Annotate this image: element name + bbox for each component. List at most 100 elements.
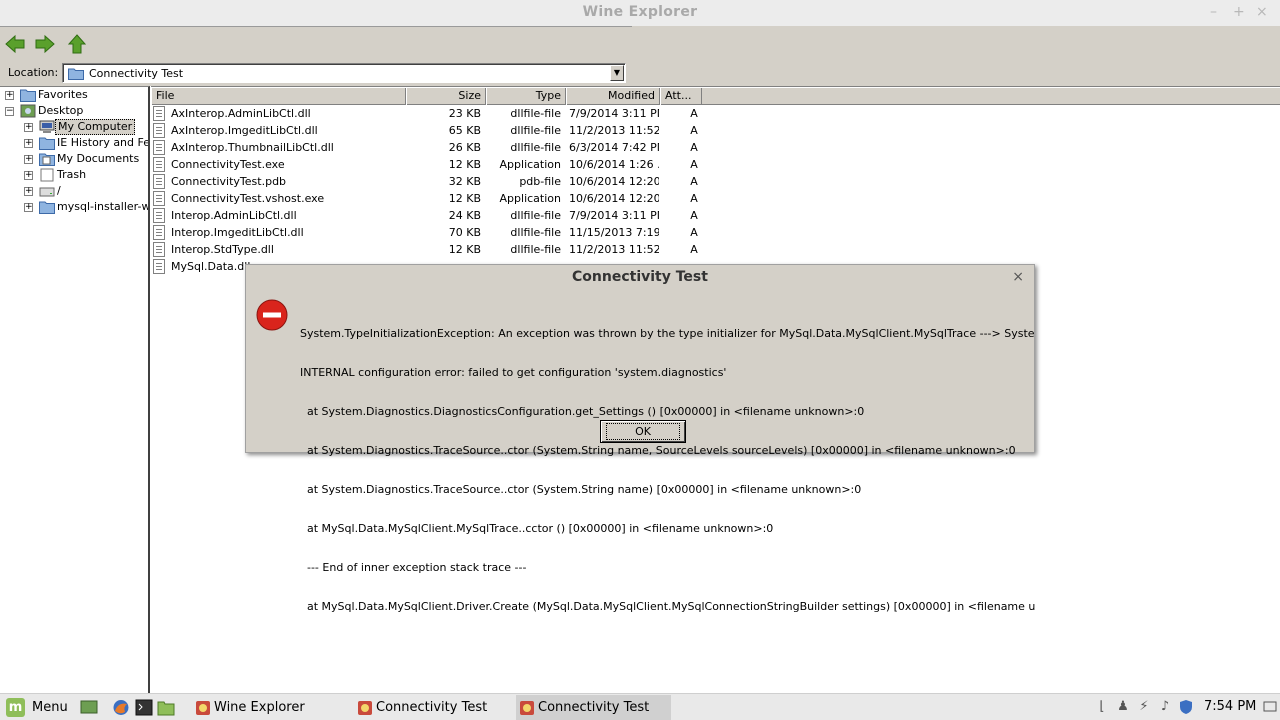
error-message-line: at MySql.Data.MySqlClient.MySqlTrace..cc… bbox=[300, 522, 774, 535]
file-row[interactable]: AxInterop.ThumbnailLibCtl.dll 26 KB dllfil… bbox=[151, 139, 711, 156]
file-icon bbox=[153, 157, 165, 172]
file-modified: 6/3/2014 7:42 PM bbox=[569, 141, 659, 154]
expand-icon[interactable]: + bbox=[24, 203, 33, 212]
network-icon[interactable]: ⚡ bbox=[1136, 699, 1152, 715]
expand-icon[interactable]: + bbox=[5, 91, 14, 100]
file-icon bbox=[153, 123, 165, 138]
expand-icon[interactable]: + bbox=[24, 155, 33, 164]
file-attributes: A bbox=[690, 209, 698, 222]
file-modified: 10/6/2014 12:20... bbox=[569, 175, 659, 188]
file-size: 65 KB bbox=[448, 124, 481, 137]
file-icon bbox=[153, 140, 165, 155]
forward-arrow-icon[interactable] bbox=[34, 33, 56, 55]
error-message-line: at System.Diagnostics.TraceSource..ctor … bbox=[300, 444, 1016, 457]
task-label: Wine Explorer bbox=[214, 700, 305, 715]
wine-icon bbox=[520, 701, 534, 715]
back-arrow-icon[interactable] bbox=[4, 33, 26, 55]
error-message-line: at MySql.Data.MySqlClient.Driver.Create … bbox=[300, 600, 1035, 613]
file-row[interactable]: Interop.AdminLibCtl.dll 24 KB dllfile-file… bbox=[151, 207, 711, 224]
collapse-icon[interactable]: − bbox=[5, 107, 14, 116]
minimize-button[interactable]: – bbox=[1210, 4, 1217, 20]
close-button[interactable]: × bbox=[1256, 4, 1268, 20]
user-icon[interactable]: ♟ bbox=[1115, 699, 1131, 715]
toolbar-background bbox=[632, 26, 1280, 60]
ok-button-label: OK bbox=[606, 423, 680, 440]
error-message-line: INTERNAL configuration error: failed to … bbox=[300, 366, 727, 379]
location-combobox[interactable]: Connectivity Test ▼ bbox=[62, 63, 626, 83]
desktop-icon bbox=[20, 104, 36, 118]
column-header-file[interactable]: File bbox=[151, 88, 406, 105]
file-type: pdb-file bbox=[519, 175, 561, 188]
dialog-close-button[interactable]: × bbox=[1012, 269, 1024, 285]
ok-button[interactable]: OK bbox=[600, 420, 686, 443]
file-size: 70 KB bbox=[448, 226, 481, 239]
file-icon bbox=[153, 259, 165, 274]
terminal-icon[interactable] bbox=[135, 699, 153, 716]
folder-icon bbox=[20, 89, 36, 102]
file-size: 24 KB bbox=[448, 209, 481, 222]
file-name: AxInterop.ThumbnailLibCtl.dll bbox=[171, 141, 334, 154]
window-title: Wine Explorer bbox=[582, 4, 698, 20]
error-message-line: at System.Diagnostics.DiagnosticsConfigu… bbox=[300, 405, 865, 418]
file-icon bbox=[153, 174, 165, 189]
file-attributes: A bbox=[690, 226, 698, 239]
show-desktop-icon[interactable] bbox=[80, 699, 98, 716]
file-name: Interop.AdminLibCtl.dll bbox=[171, 209, 297, 222]
wine-icon bbox=[358, 701, 372, 715]
file-icon bbox=[153, 106, 165, 121]
up-arrow-icon[interactable] bbox=[66, 33, 88, 55]
folder-icon bbox=[68, 68, 84, 80]
file-icon bbox=[153, 191, 165, 206]
files-icon[interactable] bbox=[157, 699, 175, 716]
show-windows-icon[interactable] bbox=[1262, 699, 1278, 715]
folder-icon bbox=[39, 201, 55, 214]
file-icon bbox=[153, 208, 165, 223]
file-row[interactable]: ConnectivityTest.vshost.exe 12 KB Applicat… bbox=[151, 190, 711, 207]
column-header-size[interactable]: Size bbox=[406, 88, 486, 105]
firefox-icon[interactable] bbox=[112, 699, 130, 716]
wine-icon bbox=[196, 701, 210, 715]
tree-item-label: IE History and Fee bbox=[57, 136, 150, 149]
task-label: Connectivity Test bbox=[376, 700, 488, 715]
task-connectivity-test-active[interactable]: Connectivity Test bbox=[516, 695, 671, 720]
file-type: Application bbox=[499, 158, 561, 171]
chevron-down-icon[interactable]: ▼ bbox=[610, 65, 624, 81]
file-name: AxInterop.AdminLibCtl.dll bbox=[171, 107, 311, 120]
file-row[interactable]: AxInterop.AdminLibCtl.dll 23 KB dllfile-fi… bbox=[151, 105, 711, 122]
column-header-attributes[interactable]: Att... bbox=[660, 88, 702, 105]
file-type: dllfile-file bbox=[510, 141, 561, 154]
shield-icon[interactable] bbox=[1178, 699, 1194, 715]
folder-tree: + Favorites − Desktop + My Computer + IE… bbox=[0, 86, 150, 693]
error-message: System.TypeInitializationException: An e… bbox=[300, 301, 1035, 639]
file-modified: 7/9/2014 3:11 PM bbox=[569, 107, 659, 120]
file-row[interactable]: AxInterop.ImgeditLibCtl.dll 65 KB dllfile-… bbox=[151, 122, 711, 139]
expand-icon[interactable]: + bbox=[24, 171, 33, 180]
column-header-modified[interactable]: Modified bbox=[566, 88, 660, 105]
task-connectivity-test[interactable]: Connectivity Test bbox=[354, 695, 509, 720]
error-dialog: Connectivity Test × System.TypeInitializ… bbox=[245, 264, 1035, 613]
file-type: dllfile-file bbox=[510, 209, 561, 222]
file-name: ConnectivityTest.vshost.exe bbox=[171, 192, 325, 205]
file-modified: 11/2/2013 11:52... bbox=[569, 124, 659, 137]
expand-icon[interactable]: + bbox=[24, 123, 33, 132]
file-size: 23 KB bbox=[448, 107, 481, 120]
file-size: 12 KB bbox=[448, 243, 481, 256]
column-header-type[interactable]: Type bbox=[486, 88, 566, 105]
clock[interactable]: 7:54 PM bbox=[1204, 699, 1256, 714]
file-row[interactable]: Interop.StdType.dll 12 KB dllfile-file 11/2… bbox=[151, 241, 711, 258]
tray-window-icon[interactable]: ⌊ bbox=[1094, 699, 1110, 715]
file-row[interactable]: ConnectivityTest.exe 12 KB Application 10/6… bbox=[151, 156, 711, 173]
file-row[interactable]: ConnectivityTest.pdb 32 KB pdb-file 10/6/20… bbox=[151, 173, 711, 190]
file-row[interactable]: Interop.ImgeditLibCtl.dll 70 KB dllfile-fi… bbox=[151, 224, 711, 241]
taskbar: m Menu Wine Explorer Connectivity Test C… bbox=[0, 693, 1280, 720]
file-size: 12 KB bbox=[448, 192, 481, 205]
file-size: 12 KB bbox=[448, 158, 481, 171]
expand-icon[interactable]: + bbox=[24, 139, 33, 148]
volume-icon[interactable]: ♪ bbox=[1157, 699, 1173, 715]
file-name: MySql.Data.dll bbox=[171, 260, 251, 273]
expand-icon[interactable]: + bbox=[24, 187, 33, 196]
task-wine-explorer[interactable]: Wine Explorer bbox=[192, 695, 347, 720]
maximize-button[interactable]: + bbox=[1233, 4, 1245, 20]
file-name: Interop.StdType.dll bbox=[171, 243, 274, 256]
location-value: Connectivity Test bbox=[89, 67, 184, 80]
